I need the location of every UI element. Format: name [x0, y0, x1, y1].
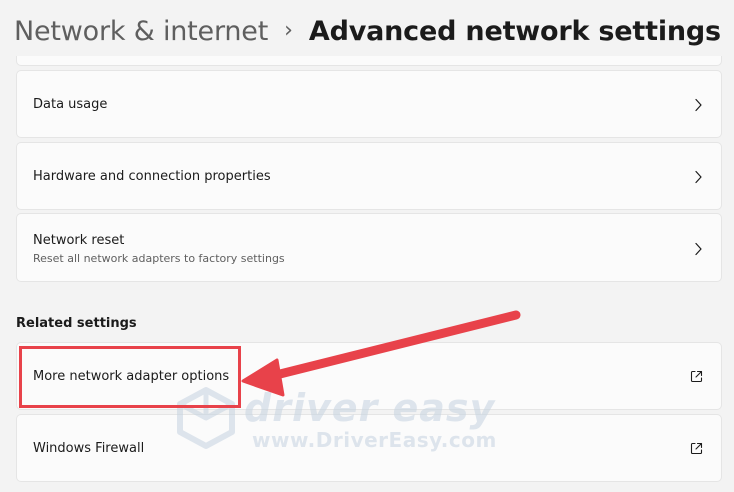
breadcrumb: Network & internet › Advanced network se… [14, 10, 721, 52]
external-link-icon [690, 442, 703, 455]
windows-firewall-card[interactable]: Windows Firewall [16, 414, 722, 482]
related-settings-heading: Related settings [16, 316, 137, 331]
data-usage-label: Data usage [33, 97, 108, 112]
network-reset-card[interactable]: Network reset Reset all network adapters… [16, 213, 722, 282]
previous-setting-card[interactable] [16, 56, 722, 66]
chevron-right-icon [695, 98, 702, 112]
windows-firewall-label: Windows Firewall [33, 441, 145, 456]
page-title: Advanced network settings [308, 15, 721, 47]
adapter-options-label: More network adapter options [33, 369, 230, 384]
breadcrumb-separator-icon: › [284, 17, 293, 43]
hardware-label: Hardware and connection properties [33, 169, 271, 184]
chevron-right-icon [695, 242, 702, 256]
breadcrumb-parent-link[interactable]: Network & internet [14, 16, 268, 47]
network-reset-label: Network reset [33, 233, 125, 248]
chevron-right-icon [695, 170, 702, 184]
data-usage-card[interactable]: Data usage [16, 70, 722, 138]
external-link-icon [690, 370, 703, 383]
more-network-adapter-options-card[interactable]: More network adapter options [16, 342, 722, 410]
hardware-connection-properties-card[interactable]: Hardware and connection properties [16, 142, 722, 210]
network-reset-description: Reset all network adapters to factory se… [33, 252, 285, 265]
